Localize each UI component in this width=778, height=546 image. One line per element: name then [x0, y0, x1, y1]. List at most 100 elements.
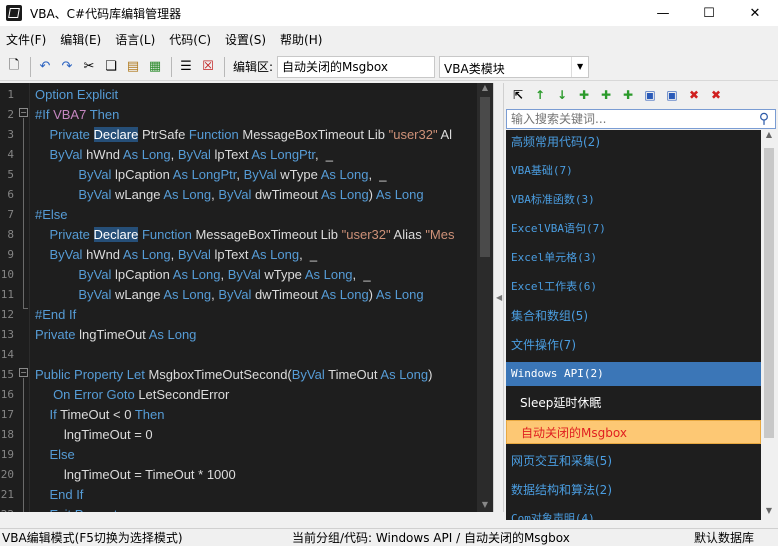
code-line[interactable]: ByVal hWnd As Long, ByVal lpText As Long…: [35, 245, 317, 265]
code-line[interactable]: #End If: [35, 305, 76, 325]
save-all-icon[interactable]: ▣: [662, 85, 682, 105]
maximize-icon[interactable]: ☐: [686, 0, 732, 26]
code-line[interactable]: Else: [35, 445, 74, 465]
search-input[interactable]: [507, 110, 747, 128]
save-icon[interactable]: ▣: [640, 85, 660, 105]
format-icon[interactable]: ☰: [176, 57, 196, 77]
tree-group-item[interactable]: Excel工作表(6): [506, 275, 761, 299]
menu-help[interactable]: 帮助(H): [274, 31, 328, 48]
tree-group-item[interactable]: VBA标准函数(3): [506, 188, 761, 212]
code-token: LetSecondError: [138, 387, 230, 402]
code-token: Declare: [93, 127, 139, 142]
scrollbar-thumb[interactable]: [764, 148, 774, 438]
code-editor[interactable]: − − 12345678910111213141516171819202122 …: [0, 83, 493, 512]
scroll-down-icon[interactable]: ▼: [761, 506, 777, 520]
code-line[interactable]: lngTimeOut = 0: [35, 425, 153, 445]
menu-code[interactable]: 代码(C): [163, 31, 217, 48]
code-token: Long: [191, 267, 221, 282]
code-line[interactable]: Option Explicit: [35, 85, 118, 105]
menu-edit[interactable]: 编辑(E): [54, 31, 107, 48]
code-name-input[interactable]: [277, 55, 436, 78]
chevron-down-icon[interactable]: ▼: [571, 56, 588, 77]
undo-icon[interactable]: ↶: [35, 57, 55, 77]
tree-group-item[interactable]: Windows API(2): [506, 362, 761, 386]
code-line[interactable]: Private Declare Function MessageBoxTimeo…: [35, 225, 455, 245]
code-line[interactable]: Private Declare PtrSafe Function Message…: [35, 125, 452, 145]
scroll-down-icon[interactable]: ▼: [477, 500, 493, 512]
code-token: ): [368, 287, 376, 302]
tree-group-item[interactable]: Com对象声明(4): [506, 507, 761, 520]
code-token: "user32": [341, 227, 391, 242]
clipboard-icon[interactable]: ▦: [145, 57, 165, 77]
clear-icon[interactable]: ☒: [198, 57, 218, 77]
tree-group-item[interactable]: VBA基础(7): [506, 159, 761, 183]
tree-group-item[interactable]: 集合和数组(5): [506, 304, 761, 328]
delete-code-icon[interactable]: ✖: [706, 85, 726, 105]
code-token: Exit Property: [49, 507, 123, 512]
move-up-icon[interactable]: ↑: [530, 85, 550, 105]
tree-scrollbar[interactable]: ▲ ▼: [761, 130, 777, 520]
code-line[interactable]: #If VBA7 Then: [35, 105, 119, 125]
code-line[interactable]: Public Property Let MsgboxTimeOutSecond(…: [35, 365, 432, 385]
code-token: "user32": [388, 127, 438, 142]
menu-settings[interactable]: 设置(S): [219, 31, 272, 48]
code-token: MessageBoxTimeout Lib: [242, 127, 389, 142]
tree-code-item[interactable]: Sleep延时休眠: [506, 391, 761, 415]
code-token: Long: [394, 287, 424, 302]
code-line[interactable]: On Error Goto LetSecondError: [35, 385, 229, 405]
search-icon[interactable]: ⚲: [753, 110, 775, 128]
code-token: wLange: [114, 187, 164, 202]
move-down-icon[interactable]: ↓: [552, 85, 572, 105]
code-line[interactable]: If TimeOut < 0 Then: [35, 405, 164, 425]
code-token: "Mes: [425, 227, 455, 242]
scroll-up-icon[interactable]: ▲: [477, 83, 493, 95]
search-box[interactable]: ⚲: [506, 109, 776, 129]
cut-icon[interactable]: ✂: [79, 57, 99, 77]
scroll-up-icon[interactable]: ▲: [761, 130, 777, 144]
redo-icon[interactable]: ↷: [57, 57, 77, 77]
code-tree[interactable]: 高频常用代码(2) VBA基础(7) VBA标准函数(3) ExcelVBA语句(7)…: [506, 130, 761, 520]
select-icon[interactable]: ⇱: [508, 85, 528, 105]
code-line[interactable]: ByVal wLange As Long, ByVal dwTimeout As…: [35, 285, 424, 305]
paste-icon[interactable]: ▤: [123, 57, 143, 77]
tree-group-item[interactable]: 高频常用代码(2): [506, 130, 761, 154]
code-line[interactable]: ByVal lpCaption As Long, ByVal wType As …: [35, 265, 371, 285]
minimize-icon[interactable]: —: [640, 0, 686, 26]
tree-group-item[interactable]: 文件操作(7): [506, 333, 761, 357]
code-line[interactable]: ByVal lpCaption As LongPtr, ByVal wType …: [35, 165, 386, 185]
line-number: 21: [0, 488, 14, 501]
menu-language[interactable]: 语言(L): [109, 31, 161, 48]
menu-file[interactable]: 文件(F): [0, 31, 52, 48]
code-line[interactable]: End If: [35, 485, 83, 505]
code-token: ,: [170, 147, 178, 162]
code-line[interactable]: ByVal wLange As Long, ByVal dwTimeout As…: [35, 185, 423, 205]
tree-group-item[interactable]: Excel单元格(3): [506, 246, 761, 270]
code-token: hWnd: [86, 247, 123, 262]
code-line[interactable]: lngTimeOut = TimeOut * 1000: [35, 465, 236, 485]
copy-icon[interactable]: ❏: [101, 57, 121, 77]
code-line[interactable]: Private lngTimeOut As Long: [35, 325, 196, 345]
code-token: , _: [352, 267, 371, 282]
code-text[interactable]: Option Explicit #If VBA7 Then Private Dec…: [35, 83, 476, 512]
code-line[interactable]: ByVal hWnd As Long, ByVal lpText As Long…: [35, 145, 333, 165]
scrollbar-thumb[interactable]: [480, 97, 490, 257]
tree-group-item[interactable]: 网页交互和采集(5): [506, 449, 761, 473]
add-group-icon[interactable]: ✚: [574, 85, 594, 105]
code-token: Private: [35, 327, 80, 342]
code-line[interactable]: #Else: [35, 205, 68, 225]
tree-group-item[interactable]: ExcelVBA语句(7): [506, 217, 761, 241]
fold-toggle-icon[interactable]: −: [19, 108, 28, 117]
tree-group-item[interactable]: 数据结构和算法(2): [506, 478, 761, 502]
close-icon[interactable]: ✕: [732, 0, 778, 26]
add-code-icon[interactable]: ✚: [596, 85, 616, 105]
pane-splitter[interactable]: ◀: [493, 83, 504, 512]
editor-scrollbar[interactable]: ▲ ▼: [477, 83, 493, 512]
new-file-icon[interactable]: 🗋: [4, 57, 24, 77]
module-type-select[interactable]: VBA类模块 ▼: [439, 55, 590, 78]
delete-group-icon[interactable]: ✖: [684, 85, 704, 105]
fold-toggle-icon[interactable]: −: [19, 368, 28, 377]
add-child-icon[interactable]: ✚: [618, 85, 638, 105]
code-token: Alias: [390, 227, 426, 242]
tree-code-item[interactable]: 自动关闭的Msgbox: [506, 420, 761, 444]
code-line[interactable]: Exit Property: [35, 505, 123, 512]
